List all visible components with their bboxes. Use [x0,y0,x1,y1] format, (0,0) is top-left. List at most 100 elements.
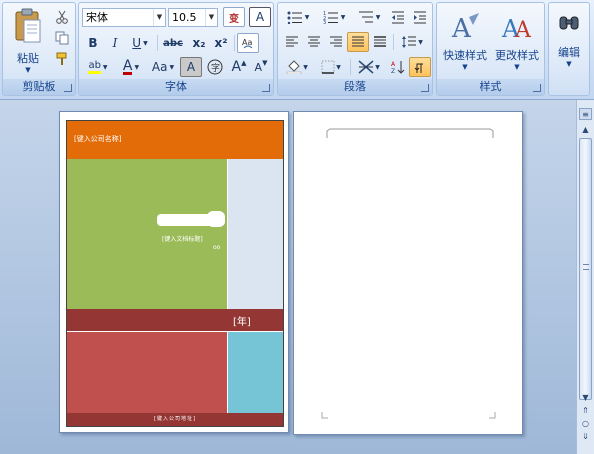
format-painter-button[interactable] [51,49,73,69]
divider [234,35,235,51]
red-block [67,331,227,413]
ruler-toggle-button[interactable]: ≡ [579,108,592,120]
line-spacing-icon [402,36,417,48]
distributed-button[interactable] [369,32,391,52]
borders-button[interactable]: ▼ [315,57,347,77]
shrink-font-button[interactable]: A ▼ [250,57,272,77]
character-border-button[interactable]: A [249,7,271,27]
editing-label: 编辑 [558,46,580,59]
borders-icon [321,60,335,74]
italic-button[interactable]: I [104,33,126,53]
paragraph-dialog-launcher[interactable] [421,84,429,92]
shading-button[interactable]: ▼ [281,57,313,77]
sort-button[interactable]: AZ [387,57,409,77]
page-cover[interactable]: [键入公司名称] [键入文档标题] oo [年] [键入公司地址] [59,111,289,433]
bullets-button[interactable]: ▼ [281,7,315,27]
multilevel-list-icon [358,11,373,23]
change-styles-button[interactable]: A A 更改样式 ▼ [492,5,542,77]
chevron-down-icon[interactable]: ▼ [153,9,165,26]
editing-button[interactable]: 编辑 ▼ [551,5,587,77]
paste-button[interactable]: 粘贴 ▼ [9,5,47,77]
clear-format-icon: 变 [229,13,239,25]
margin-corner-marks [321,412,496,419]
chevron-down-icon: ▼ [514,63,520,71]
strikethrough-button[interactable]: abc [160,33,186,53]
decrease-indent-icon [392,11,404,24]
svg-text:Z: Z [391,68,395,74]
clipboard-dialog-launcher[interactable] [64,84,72,92]
clear-format-button[interactable]: 变 [223,7,245,27]
cover-frame: [键入公司名称] [键入文档标题] oo [年] [键入公司地址] [66,120,284,427]
styles-dialog-launcher[interactable] [533,84,541,92]
increase-indent-button[interactable] [409,7,431,27]
align-right-button[interactable] [325,32,347,52]
case-icon: Aa [151,60,168,74]
justify-button[interactable] [347,32,369,52]
enclose-characters-button[interactable]: 字 [204,57,226,77]
next-page-button[interactable]: ⇓ [579,431,592,443]
line-spacing-button[interactable]: ▼ [396,32,428,52]
font-size-combo[interactable]: 10.5 ▼ [168,8,218,27]
year-placeholder[interactable]: [年] [233,313,251,328]
page-blank[interactable] [293,111,523,435]
copy-button[interactable] [51,28,73,48]
superscript-button[interactable]: x² [210,33,232,53]
distributed-icon [374,36,386,47]
previous-page-button[interactable]: ⇑ [579,405,592,417]
styles-group-label: 样式 [437,79,544,95]
pale-blue-block [227,159,283,309]
show-hide-marks-button[interactable] [409,57,431,77]
font-size-value: 10.5 [172,11,197,24]
highlight-button[interactable]: ab ▼ [82,57,114,77]
grow-font-button[interactable]: A ▲ [228,57,250,77]
character-shading-button[interactable]: A [180,57,202,77]
subscript-button[interactable]: x₂ [188,33,210,53]
select-browse-object-button[interactable]: ○ [579,418,592,430]
change-case-menu-button[interactable]: Aa ▼ [148,57,178,77]
doc-title-placeholder[interactable]: [键入文档标题] [162,234,203,243]
change-styles-label: 更改样式 [495,49,539,62]
change-case-button[interactable]: Aa [237,33,259,53]
company-name-block[interactable]: [键入公司名称] [67,121,283,159]
svg-text:字: 字 [211,62,220,74]
chevron-down-icon: ▼ [304,13,310,21]
numbering-icon: 123 [323,11,338,24]
scroll-down-button[interactable]: ▼ [579,392,592,404]
svg-text:3: 3 [323,20,326,24]
title-marker-icon: oo [213,244,221,251]
scroll-up-button[interactable]: ▲ [579,124,592,136]
font-name-combo[interactable]: 宋体 ▼ [82,8,166,27]
chevron-down-icon[interactable]: ▼ [205,9,217,26]
bold-button[interactable]: B [82,33,104,53]
numbering-button[interactable]: 123 ▼ [317,7,351,27]
chevron-down-icon: ▼ [169,63,175,71]
quick-styles-button[interactable]: A 快速样式 ▼ [440,5,490,77]
arrow-down-icon: ▼ [262,59,268,67]
align-center-button[interactable] [303,32,325,52]
copy-icon [55,31,69,45]
chevron-down-icon: ▼ [336,63,341,71]
company-address-placeholder[interactable]: [键入公司地址] [67,415,283,422]
svg-text:A: A [514,18,532,41]
decrease-indent-button[interactable] [387,7,409,27]
bold-icon: B [88,36,98,50]
document-area[interactable]: [键入公司名称] [键入文档标题] oo [年] [键入公司地址] [0,100,576,454]
clipboard-group: 粘贴 ▼ 剪贴板 [2,2,76,96]
scroll-thumb[interactable] [579,138,592,400]
font-color-icon: A [122,57,133,75]
multilevel-list-button[interactable]: ▼ [353,7,385,27]
font-color-button[interactable]: A ▼ [116,57,146,77]
vertical-scrollbar[interactable]: ≡ ▲ ▼ ⇑ ○ ⇓ [576,100,594,454]
company-name-placeholder[interactable]: [键入公司名称] [74,134,121,144]
chinese-layout-icon [358,60,374,74]
align-left-button[interactable] [281,32,303,52]
chinese-layout-button[interactable]: ▼ [353,57,385,77]
font-name-value: 宋体 [86,11,108,24]
change-styles-icon: A A [501,15,532,41]
font-dialog-launcher[interactable] [262,84,270,92]
cut-button[interactable] [51,7,73,27]
underline-button[interactable]: U ▼ [126,33,154,53]
bullets-icon [287,11,302,24]
chevron-down-icon: ▼ [375,13,381,21]
sort-icon: AZ [391,61,405,74]
